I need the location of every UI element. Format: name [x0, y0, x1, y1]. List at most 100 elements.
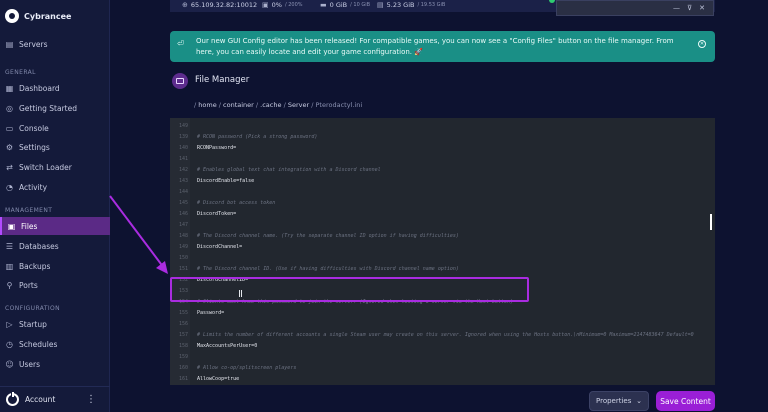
code-line[interactable]: 142 # Enables global text chat integratio…: [170, 165, 715, 176]
breadcrumb: / home / container / .cache / Server / P…: [194, 101, 363, 109]
code-text: DiscordToken=: [197, 211, 237, 217]
servers-icon: ▤: [5, 39, 14, 49]
code-line[interactable]: 155 Password=: [170, 308, 715, 319]
code-comment: # The Discord channel ID. (Use if having…: [197, 266, 459, 272]
sidebar-item-users[interactable]: ☺ Users: [0, 355, 110, 373]
code-line[interactable]: 158 MaxAccountsPerUser=0: [170, 341, 715, 352]
line-number: 155: [178, 310, 188, 316]
section-configuration-label: CONFIGURATION: [5, 305, 61, 312]
sidebar-item-label: Databases: [19, 241, 59, 251]
cpu-limit: / 200%: [284, 2, 303, 8]
sidebar-item-label: Getting Started: [19, 103, 77, 113]
sidebar-item-label: Schedules: [19, 339, 58, 349]
sidebar-item-label: Switch Loader: [19, 162, 72, 172]
sidebar-item-console[interactable]: ▭ Console: [0, 119, 110, 137]
line-number: 144: [178, 189, 188, 195]
cybrancee-logo-icon: [5, 9, 19, 23]
code-line[interactable]: 149 DiscordChannel=: [170, 242, 715, 253]
line-number: 143: [178, 178, 188, 184]
chevron-down-icon: ⌄: [636, 397, 642, 405]
sidebar-item-label: Files: [21, 221, 38, 231]
code-line[interactable]: 149: [170, 121, 715, 132]
code-line[interactable]: 160 # Allow co-op/splitscreen players: [170, 363, 715, 374]
sidebar-item-label: Servers: [19, 39, 48, 49]
code-editor[interactable]: 149 139 # RCON password (Pick a strong pas…: [170, 118, 715, 385]
code-text: Password=: [197, 310, 225, 316]
code-comment: # Allow co-op/splitscreen players: [197, 365, 297, 371]
line-number: 150: [178, 255, 188, 261]
dashboard-icon: ▦: [5, 83, 14, 93]
brand[interactable]: Cybrancee: [5, 8, 71, 24]
terminal-icon: ▭: [5, 123, 14, 133]
code-text: MaxAccountsPerUser=0: [197, 343, 258, 349]
sidebar-item-backups[interactable]: ▥ Backups: [0, 257, 110, 275]
breadcrumb-home[interactable]: home: [198, 101, 216, 109]
switch-icon: ⇄: [6, 162, 13, 172]
code-line[interactable]: 146 DiscordToken=: [170, 209, 715, 220]
sidebar-item-activity[interactable]: ◔ Activity: [0, 178, 110, 196]
save-content-button[interactable]: Save Content: [656, 391, 715, 411]
sidebar-item-schedules[interactable]: ◷ Schedules: [0, 335, 110, 353]
compass-icon: ◎: [6, 103, 13, 113]
code-line[interactable]: 161 AllowCoop=true: [170, 374, 715, 385]
dismiss-icon[interactable]: ✕: [698, 40, 706, 48]
breadcrumb-server[interactable]: Server: [288, 101, 309, 109]
sidebar-item-dashboard[interactable]: ▦ Dashboard: [0, 79, 110, 97]
code-line[interactable]: 159: [170, 352, 715, 363]
breadcrumb-container[interactable]: container: [223, 101, 254, 109]
line-number: 140: [178, 145, 188, 151]
line-number: 142: [178, 167, 188, 173]
sidebar-item-databases[interactable]: ☰ Databases: [0, 237, 110, 255]
activity-icon: ◔: [6, 182, 13, 192]
sidebar-item-startup[interactable]: ▷ Startup: [0, 315, 110, 333]
code-line[interactable]: 157 # Limits the number of different acco…: [170, 330, 715, 341]
stat-cpu: ▣ 0% / 200%: [262, 1, 303, 9]
memory-icon: ▬: [320, 1, 327, 9]
code-line[interactable]: 148 # The Discord channel name. (Try the …: [170, 231, 715, 242]
sidebar-item-getting-started[interactable]: ◎ Getting Started: [0, 99, 110, 117]
sidebar-item-ports[interactable]: ⚲ Ports: [0, 276, 110, 294]
annotation-highlight-box: [170, 277, 529, 302]
sidebar-item-settings[interactable]: ⚙ Settings: [0, 138, 110, 156]
text-cursor-icon: [239, 290, 242, 297]
more-vertical-icon[interactable]: ⋮: [86, 394, 96, 405]
filter-icon[interactable]: ⊽: [687, 4, 692, 12]
code-line[interactable]: 144: [170, 187, 715, 198]
properties-select[interactable]: Properties ⌄: [589, 391, 649, 411]
sidebar-item-label: Console: [19, 123, 49, 133]
line-number: 149: [178, 244, 188, 250]
sidebar-item-switch-loader[interactable]: ⇄ Switch Loader: [0, 158, 110, 176]
code-line[interactable]: 150: [170, 253, 715, 264]
page-title: File Manager: [195, 75, 250, 85]
code-line[interactable]: 141: [170, 154, 715, 165]
gear-icon: ⚙: [5, 142, 14, 152]
breadcrumb-cache[interactable]: .cache: [260, 101, 281, 109]
globe-icon: ⊕: [182, 1, 188, 9]
code-line[interactable]: 145 # Discord bot access token: [170, 198, 715, 209]
stat-disk: ▤ 5.23 GiB / 19.53 GiB: [377, 1, 445, 9]
brand-name: Cybrancee: [24, 11, 72, 21]
folder-icon: ▣: [7, 221, 16, 231]
memory-value: 0 GiB: [329, 1, 348, 9]
sidebar-item-files[interactable]: ▣ Files: [0, 217, 110, 235]
backup-icon: ▥: [5, 261, 14, 271]
code-line[interactable]: 156: [170, 319, 715, 330]
code-line[interactable]: 139 # RCON password (Pick a strong passwo…: [170, 132, 715, 143]
close-icon[interactable]: ✕: [699, 4, 705, 12]
account-menu[interactable]: Account ⋮: [0, 386, 110, 412]
minus-icon[interactable]: —: [673, 4, 680, 12]
code-line[interactable]: 140 RCONPassword=: [170, 143, 715, 154]
sidebar-item-label: Settings: [19, 142, 50, 152]
stat-address: ⊕ 65.109.32.82:10012: [182, 1, 257, 9]
code-line[interactable]: 147: [170, 220, 715, 231]
announcement-icon: ⏎: [177, 39, 184, 48]
code-line[interactable]: 143 DiscordEnable=false: [170, 176, 715, 187]
window-controls: — ⊽ ✕: [556, 0, 714, 16]
code-comment: # Enables global text chat integration w…: [197, 167, 381, 173]
line-number: 145: [178, 200, 188, 206]
sidebar-item-servers[interactable]: ▤ Servers: [0, 35, 110, 53]
disk-limit: / 19.53 GiB: [417, 2, 446, 8]
disk-value: 5.23 GiB: [386, 1, 415, 9]
line-number: 148: [178, 233, 188, 239]
code-line[interactable]: 151 # The Discord channel ID. (Use if hav…: [170, 264, 715, 275]
